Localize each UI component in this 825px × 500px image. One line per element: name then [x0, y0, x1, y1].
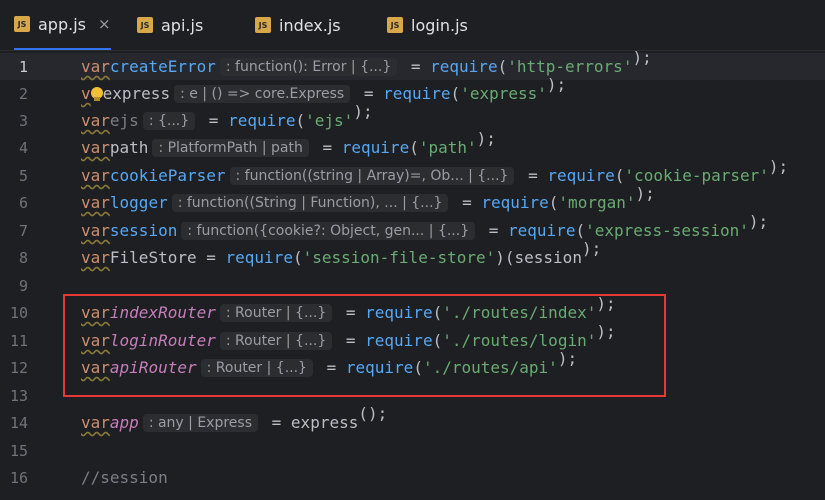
- line-number: 8: [18, 248, 28, 267]
- tab-label: api.js: [161, 15, 204, 35]
- identifier: app: [109, 413, 139, 432]
- code-editor[interactable]: 1 var createError: function(): Error | {…: [0, 48, 825, 500]
- code-line[interactable]: 15: [0, 437, 825, 464]
- tab-label: app.js: [38, 14, 86, 34]
- line-number: 3: [18, 111, 28, 130]
- type-hint: : {...}: [142, 111, 196, 130]
- type-hint: : function((String | Function), ... | {.…: [171, 193, 449, 212]
- lightbulb-icon[interactable]: [90, 86, 103, 101]
- tab-app-js[interactable]: JS app.js ×: [14, 0, 111, 50]
- type-hint: : PlatformPath | path: [152, 138, 309, 157]
- require-call: require: [228, 111, 296, 130]
- string-literal: 'path': [418, 138, 477, 157]
- code-line[interactable]: 8 var FileStore = require('session-file-…: [0, 239, 825, 271]
- keyword: var: [81, 111, 110, 130]
- type-hint: : e | () => core.Express: [174, 84, 351, 103]
- keyword: var: [81, 221, 110, 240]
- line-number: 10: [9, 303, 28, 322]
- keyword: var: [81, 166, 110, 185]
- line-number: 1: [18, 57, 28, 76]
- require-call: require: [508, 221, 576, 240]
- line-number: 6: [18, 193, 28, 212]
- tab-label: index.js: [279, 15, 341, 35]
- string-literal: 'cookie-parser': [624, 166, 769, 185]
- identifier: session: [109, 221, 178, 240]
- type-hint: : function(): Error | {...}: [219, 57, 398, 76]
- close-icon[interactable]: ×: [98, 15, 111, 33]
- js-file-icon: JS: [255, 17, 271, 33]
- identifier: path: [109, 138, 149, 157]
- tab-index-js[interactable]: JS index.js: [255, 0, 341, 50]
- keyword: var: [81, 57, 110, 76]
- require-call: require: [430, 57, 498, 76]
- line-number: 14: [9, 413, 28, 432]
- tab-label: login.js: [411, 15, 468, 35]
- identifier: express: [290, 413, 359, 432]
- code-line[interactable]: 16 //session: [0, 464, 825, 491]
- keyword: var: [81, 193, 110, 212]
- line-number: 11: [9, 331, 28, 350]
- identifier: FileStore: [109, 248, 197, 267]
- keyword: var: [81, 138, 110, 157]
- type-hint: : any | Express: [142, 413, 259, 432]
- string-literal: 'session-file-store': [302, 248, 496, 267]
- highlight-box: [63, 294, 666, 397]
- identifier: createError: [109, 57, 216, 76]
- comment: //session: [81, 468, 168, 487]
- tab-api-js[interactable]: JS api.js: [137, 0, 203, 50]
- keyword: v: [81, 84, 91, 103]
- identifier: ejs: [109, 111, 139, 130]
- type-hint: : function((string | Array)=, Ob... | {.…: [229, 166, 515, 185]
- line-number: 12: [9, 358, 28, 377]
- identifier: cookieParser: [109, 166, 226, 185]
- js-file-icon: JS: [387, 17, 403, 33]
- require-call: require: [225, 248, 293, 267]
- string-literal: 'express': [460, 84, 547, 103]
- code-line[interactable]: 14 var app: any | Express = express ();: [0, 404, 825, 436]
- identifier: logger: [109, 193, 168, 212]
- string-literal: 'ejs': [305, 111, 354, 130]
- line-number: 2: [18, 84, 28, 103]
- string-literal: 'http-errors': [507, 57, 633, 76]
- line-number: 16: [9, 468, 28, 487]
- require-call: require: [481, 193, 549, 212]
- identifier: session: [514, 248, 582, 267]
- require-call: require: [383, 84, 451, 103]
- js-file-icon: JS: [137, 17, 153, 33]
- js-file-icon: JS: [14, 16, 30, 32]
- type-hint: : function({cookie?: Object, gen... | {.…: [181, 221, 476, 240]
- line-number: 4: [18, 138, 28, 157]
- require-call: require: [341, 138, 410, 157]
- keyword: var: [81, 413, 110, 432]
- keyword: var: [81, 248, 110, 267]
- string-literal: 'morgan': [558, 193, 636, 212]
- editor-tab-bar: JS app.js × JS api.js JS index.js JS log…: [0, 0, 825, 51]
- line-number: 9: [18, 276, 28, 295]
- require-call: require: [547, 166, 615, 185]
- line-number: 15: [9, 441, 28, 460]
- line-number: 13: [9, 386, 28, 405]
- line-number: 5: [18, 166, 28, 185]
- string-literal: 'express-session': [585, 221, 749, 240]
- tab-login-js[interactable]: JS login.js: [387, 0, 468, 50]
- identifier: express: [102, 84, 171, 103]
- line-number: 7: [18, 221, 28, 240]
